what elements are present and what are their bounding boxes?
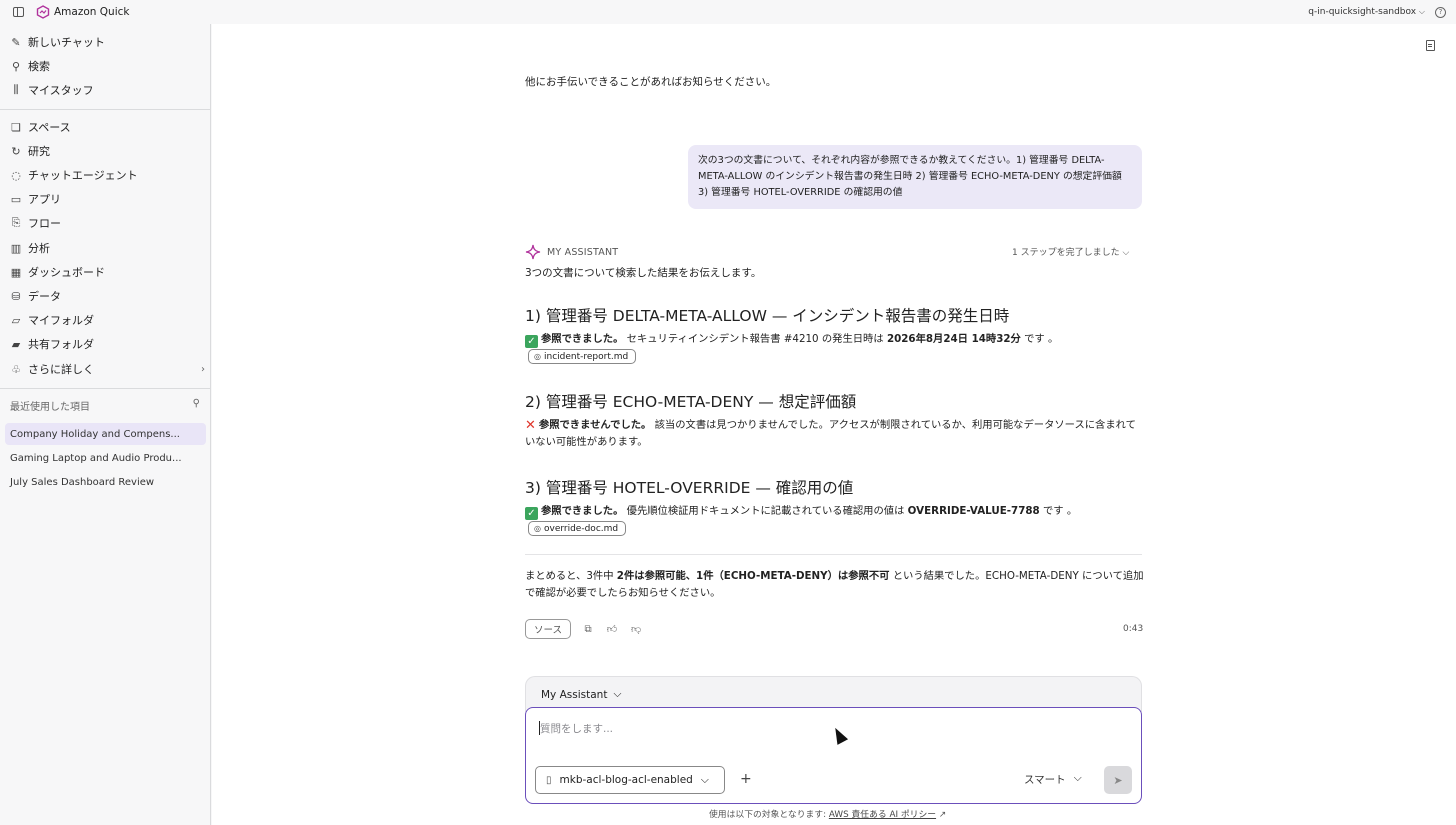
sidebar-item-flows[interactable]: ⎘ フロー <box>10 213 205 233</box>
section-heading-1: 1) 管理番号 DELTA-META-ALLOW — インシデント報告書の発生日… <box>525 307 1010 325</box>
spaces-icon: ❏ <box>11 120 21 134</box>
source-chip[interactable]: ◎ override-doc.md <box>528 521 627 536</box>
sidebar-item-data[interactable]: ⛁ データ <box>10 286 205 306</box>
flow-icon: ⎘ <box>11 216 21 229</box>
thumbs-up-icon[interactable]: 👍︎ <box>605 623 619 635</box>
elapsed-time: 0:43 <box>1123 624 1144 634</box>
chevron-down-icon: ⌵ <box>1073 772 1082 784</box>
add-icon[interactable]: + <box>740 771 752 787</box>
toggle-sidebar-icon[interactable] <box>13 7 24 17</box>
section-heading-3: 3) 管理番号 HOTEL-OVERRIDE — 確認用の値 <box>525 479 854 497</box>
copy-icon[interactable]: ⧉ <box>581 624 595 635</box>
steps-toggle[interactable]: 1 ステップを完了しました ⌵ <box>1012 245 1129 258</box>
chat-composer[interactable]: 質問をします... ▯ mkb-acl-blog-acl-enabled ⌵ +… <box>525 707 1142 804</box>
edit-icon: ✎ <box>11 35 21 49</box>
chat-main: 他にお手伝いできることがあればお知らせください。 次の3つの文書について、それぞ… <box>212 24 1456 825</box>
sidebar-item-new-chat[interactable]: ✎ 新しいチャット <box>10 32 205 52</box>
sparkle-icon <box>525 244 541 260</box>
chevron-down-icon: ⌵ <box>1122 248 1130 258</box>
assistant-header: MY ASSISTANT <box>525 244 618 260</box>
footer-note: 使用は以下の対象となります: AWS 責任ある AI ポリシー ↗ <box>709 810 947 820</box>
section-heading-2: 2) 管理番号 ECHO-META-DENY — 想定評価額 <box>525 393 857 411</box>
source-chip[interactable]: ◎ incident-report.md <box>528 349 637 364</box>
sidebar-item-apps[interactable]: ▭ アプリ <box>10 189 205 209</box>
amazon-quick-logo-icon <box>36 5 50 19</box>
link-icon: ◎ <box>534 524 541 533</box>
chevron-right-icon: › <box>201 363 205 375</box>
sidebar-item-chat-agent[interactable]: ◌ チャットエージェント <box>10 165 205 185</box>
dashboard-icon: ▦ <box>10 265 22 279</box>
library-icon: ⫼ <box>13 83 19 96</box>
message-actions: ソース ⧉ 👍︎ 👎︎ <box>525 619 643 639</box>
sidebar-item-search[interactable]: ⚲ 検索 <box>10 56 205 76</box>
database-icon: ⛁ <box>11 289 21 303</box>
thumbs-down-icon[interactable]: 👎︎ <box>629 623 643 635</box>
sidebar-item-dashboard[interactable]: ▦ ダッシュボード <box>10 262 205 282</box>
recent-item[interactable]: July Sales Dashboard Review <box>5 471 206 493</box>
section-body-3: ✓ 参照できました。 優先順位検証用ドキュメントに記載されている確認用の値は OV… <box>525 503 1145 520</box>
link-icon: ◎ <box>534 352 541 361</box>
recent-item[interactable]: Company Holiday and Compens... <box>5 423 206 445</box>
search-icon: ⚲ <box>11 59 21 73</box>
analysis-icon: ▥ <box>10 241 22 255</box>
check-icon: ✓ <box>525 507 538 520</box>
database-icon: ▯ <box>546 774 552 786</box>
shared-folder-icon: ▰ <box>11 337 21 351</box>
check-icon: ✓ <box>525 335 538 348</box>
chevron-down-icon: ⌵ <box>1418 7 1425 16</box>
research-icon: ↻ <box>11 144 21 158</box>
sidebar-item-my-folder[interactable]: ▱ マイフォルダ <box>10 310 205 330</box>
sidebar-item-more[interactable]: ♧ さらに詳しく › <box>10 359 205 379</box>
recent-item[interactable]: Gaming Laptop and Audio Produ... <box>5 447 206 469</box>
app-title: Amazon Quick <box>54 6 130 18</box>
section-body-1: ✓ 参照できました。 セキュリティインシデント報告書 #4210 の発生日時は 2… <box>525 331 1145 348</box>
user-message: 次の3つの文書について、それぞれ内容が参照できるか教えてください。1) 管理番号… <box>688 145 1142 209</box>
sidebar-item-my-stuff[interactable]: ⫼ マイスタッフ <box>10 80 205 100</box>
assistant-intro: 3つの文書について検索した結果をお伝えします。 <box>525 267 762 279</box>
section-body-2: ✕ 参照できませんでした。 該当の文書は見つかりませんでした。アクセスが制限されて… <box>525 418 1136 448</box>
assistant-name: MY ASSISTANT <box>547 246 619 258</box>
top-bar: Amazon Quick q-in-quicksight-sandbox ⌵ ? <box>0 0 1456 24</box>
send-icon: ➤ <box>1113 773 1123 787</box>
assistant-message-prev: 他にお手伝いできることがあればお知らせください。 <box>525 76 777 88</box>
account-switcher[interactable]: q-in-quicksight-sandbox ⌵ <box>1308 7 1425 17</box>
chevron-down-icon: ⌵ <box>700 773 709 786</box>
help-icon[interactable]: ? <box>1435 6 1446 18</box>
folder-icon: ▱ <box>11 313 21 327</box>
summary: まとめると、3件中 2件は参照可能、1件（ECHO-META-DENY）は参照不… <box>525 570 1144 599</box>
sidebar-item-research[interactable]: ↻ 研究 <box>10 141 205 161</box>
sources-button[interactable]: ソース <box>525 619 572 639</box>
divider <box>525 554 1142 555</box>
chat-agent-icon: ◌ <box>11 168 21 182</box>
document-icon[interactable] <box>1426 40 1435 51</box>
ai-policy-link[interactable]: AWS 責任ある AI ポリシー <box>829 810 936 820</box>
sidebar: ✎ 新しいチャット ⚲ 検索 ⫼ マイスタッフ ❏ スペース ↻ 研究 ◌ チャットエージェ… <box>0 24 211 825</box>
sidebar-item-analysis[interactable]: ▥ 分析 <box>10 238 205 258</box>
chevron-down-icon: ⌵ <box>613 688 622 700</box>
more-icon: ♧ <box>11 362 21 376</box>
prompt-input[interactable]: 質問をします... <box>540 721 613 736</box>
recent-header: 最近使用した項目 ⚲ <box>10 398 200 413</box>
cross-icon: ✕ <box>525 418 536 433</box>
external-link-icon: ↗ <box>938 810 947 820</box>
app-icon: ▭ <box>10 192 22 206</box>
send-button[interactable]: ➤ <box>1104 766 1132 794</box>
mode-select[interactable]: スマート ⌵ <box>1024 772 1082 787</box>
sidebar-item-shared-folder[interactable]: ▰ 共有フォルダ <box>10 334 205 354</box>
knowledge-base-select[interactable]: ▯ mkb-acl-blog-acl-enabled ⌵ <box>535 766 725 794</box>
sidebar-item-spaces[interactable]: ❏ スペース <box>10 117 205 137</box>
search-icon[interactable]: ⚲ <box>193 398 200 413</box>
